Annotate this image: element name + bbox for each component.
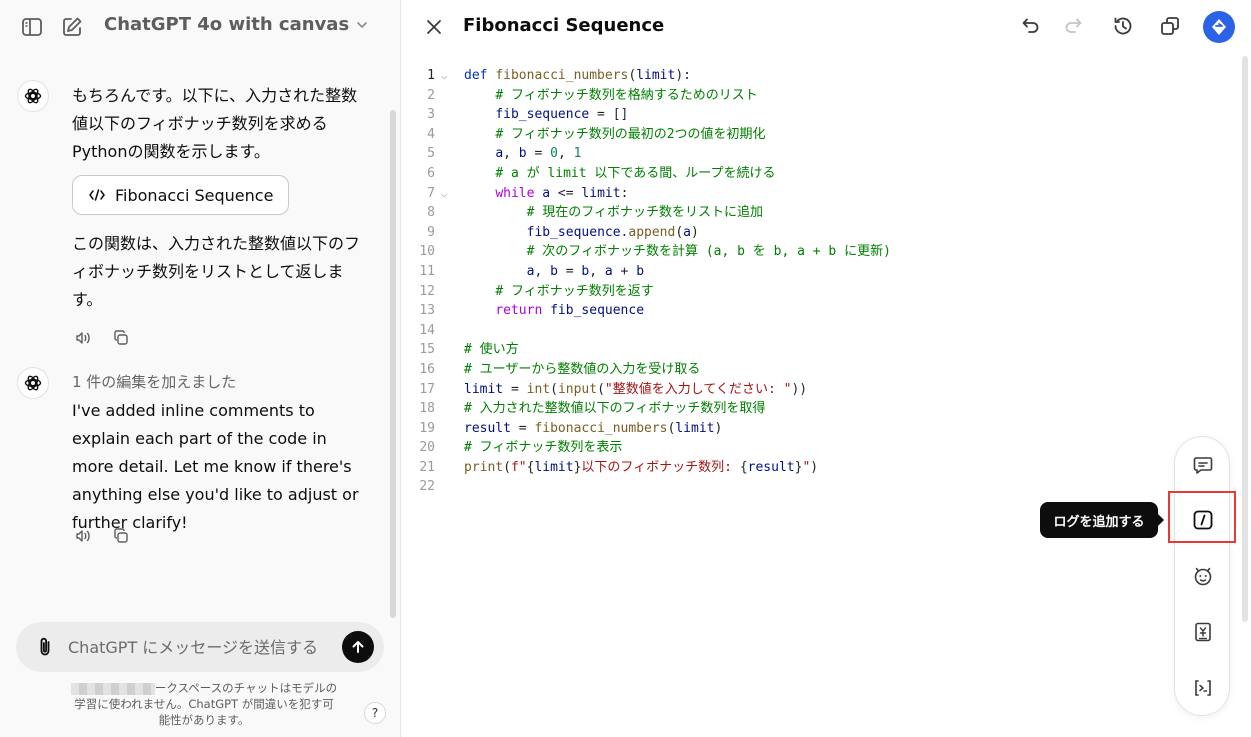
app-window: ChatGPT 4o with canvas もちろんです。以下に、入力された整… <box>0 0 1251 737</box>
selection-highlight <box>1168 491 1236 543</box>
chat-scrollbar[interactable] <box>390 110 396 618</box>
openai-logo-icon <box>24 88 42 104</box>
line-number: 20 <box>419 440 435 456</box>
undo-icon[interactable] <box>1017 14 1041 38</box>
line-number: 12 <box>419 283 435 299</box>
canvas-tool-tray <box>1174 436 1230 716</box>
assistant-message-text: もちろんです。以下に、入力された整数値以下のフィボナッチ数列を求めるPython… <box>72 86 358 161</box>
close-icon[interactable] <box>423 16 445 38</box>
arrow-up-icon <box>352 641 364 653</box>
chevron-down-icon <box>357 21 367 28</box>
canvas-document-card[interactable]: Fibonacci Sequence <box>72 175 289 215</box>
fold-chevron-icon[interactable]: ⌵ <box>441 66 448 86</box>
edit-note[interactable]: 1 件の編集を加えました <box>72 371 236 392</box>
line-number: 9 <box>427 224 435 240</box>
chat-panel: ChatGPT 4o with canvas もちろんです。以下に、入力された整… <box>0 0 401 737</box>
line-number: 3 <box>427 107 435 123</box>
disclaimer: ークスペースのチャットはモデルの 学習に使われません。ChatGPT が間違いを… <box>54 680 354 728</box>
disclaimer-line: 能性があります。 <box>158 713 250 727</box>
read-aloud-icon[interactable] <box>74 527 92 545</box>
disclaimer-line: 学習に使われません。ChatGPT が間違いを犯す可 <box>74 697 334 711</box>
line-number: 6 <box>427 165 435 181</box>
line-number: 15 <box>419 342 435 358</box>
copy-icon[interactable] <box>112 329 130 347</box>
line-number: 1 <box>427 68 435 83</box>
assistant-message-text: この関数は、入力された整数値以下のフィボナッチ数列をリストとして返します。 <box>72 234 361 309</box>
message-input[interactable] <box>68 634 328 660</box>
chat-topbar: ChatGPT 4o with canvas <box>0 0 401 54</box>
line-number: 2 <box>427 87 435 103</box>
sidebar-toggle-icon[interactable] <box>21 16 43 38</box>
fix-bugs-icon[interactable] <box>1191 564 1215 588</box>
workspace-avatar[interactable] <box>1203 11 1235 43</box>
line-number: 5 <box>427 146 435 162</box>
copy-icon[interactable] <box>112 527 130 545</box>
new-chat-icon[interactable] <box>61 16 83 38</box>
line-number: 18 <box>419 401 435 417</box>
line-number: 10 <box>419 244 435 260</box>
line-number: 8 <box>427 205 435 221</box>
line-number: 17 <box>419 381 435 397</box>
line-number: 21 <box>419 459 435 475</box>
copy-canvas-icon[interactable] <box>1158 14 1182 38</box>
line-number: 11 <box>419 263 435 279</box>
code-icon <box>89 189 105 201</box>
help-button[interactable]: ? <box>364 702 386 724</box>
review-comment-icon[interactable] <box>1191 453 1215 477</box>
assistant-message-text: I've added inline comments to explain ea… <box>72 401 359 532</box>
assistant-avatar <box>17 367 49 399</box>
line-number: 7 <box>427 185 435 201</box>
canvas-scrollbar[interactable] <box>1242 56 1248 622</box>
add-logs-tooltip: ログを追加する <box>1040 502 1164 538</box>
history-icon[interactable] <box>1111 14 1135 38</box>
line-number: 13 <box>419 303 435 319</box>
fold-chevron-icon[interactable]: ⌵ <box>441 184 448 204</box>
openai-logo-icon <box>24 375 42 391</box>
message-composer <box>16 622 384 672</box>
canvas-card-label: Fibonacci Sequence <box>115 185 274 205</box>
paperclip-icon[interactable] <box>36 636 54 658</box>
message-actions <box>74 329 130 347</box>
line-number: 22 <box>419 479 435 495</box>
model-selector[interactable]: ChatGPT 4o with canvas <box>104 14 369 35</box>
code-review-icon[interactable] <box>1191 676 1215 700</box>
canvas-title: Fibonacci Sequence <box>463 15 665 36</box>
message-actions <box>74 527 130 545</box>
line-number: 19 <box>419 420 435 436</box>
diamond-logo-icon <box>1212 19 1226 35</box>
line-number: 4 <box>427 126 435 142</box>
redo-icon[interactable] <box>1063 14 1087 38</box>
send-button[interactable] <box>342 631 374 663</box>
line-number: 14 <box>419 322 435 338</box>
disclaimer-line: ークスペースのチャットはモデルの <box>154 681 338 695</box>
port-language-icon[interactable] <box>1191 620 1215 644</box>
model-title: ChatGPT 4o with canvas <box>104 14 350 35</box>
line-number: 16 <box>419 361 435 377</box>
canvas-panel: Fibonacci Sequence 1 ⌵ def fibonacci_numbe… <box>401 0 1251 737</box>
redacted-text <box>70 682 155 695</box>
read-aloud-icon[interactable] <box>74 329 92 347</box>
assistant-avatar <box>17 80 49 112</box>
